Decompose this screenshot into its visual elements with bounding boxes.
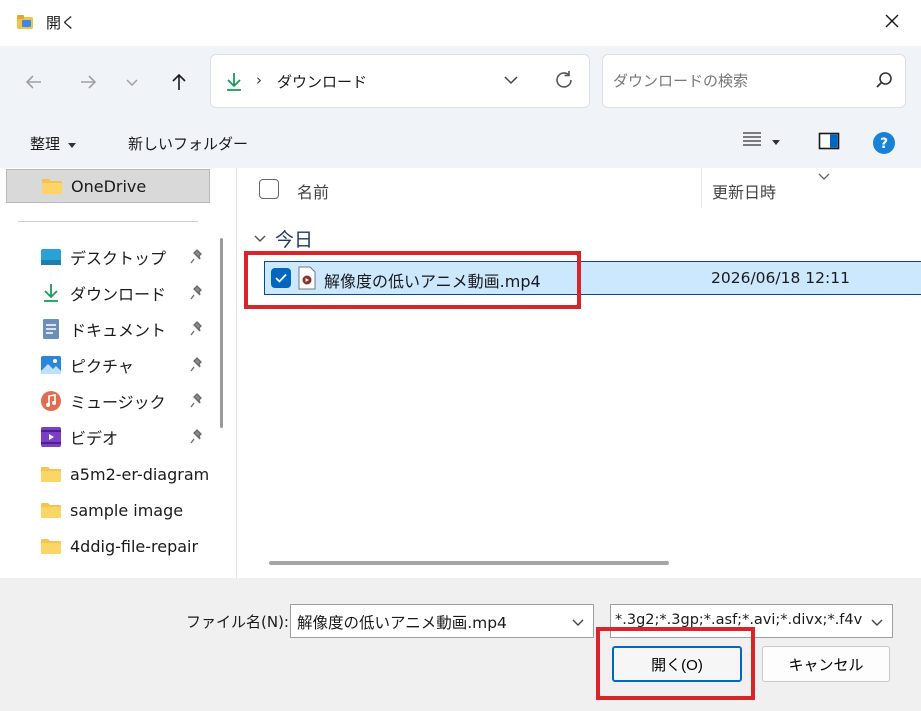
music-icon [40, 390, 62, 412]
folder-icon [40, 463, 62, 485]
sidebar-item-documents[interactable]: ドキュメント [40, 313, 212, 345]
sidebar-item-label: ダウンロード [70, 285, 167, 304]
preview-pane-button[interactable] [818, 131, 840, 155]
chevron-down-icon [125, 75, 139, 93]
file-list-pane: 名前 更新日時 今日 解像度の低いアニメ動画.mp4 2026/06/18 12… [236, 168, 921, 578]
pictures-icon [40, 354, 62, 376]
sidebar-item-label: a5m2-er-diagram [70, 464, 210, 484]
list-view-icon [742, 131, 762, 151]
new-folder-button[interactable]: 新しいフォルダー [128, 133, 248, 154]
chevron-down-icon [253, 230, 267, 248]
preview-pane-icon [818, 132, 840, 155]
window-title: 開く [46, 14, 77, 32]
search-box[interactable] [602, 54, 906, 108]
column-header-date-modified[interactable]: 更新日時 [712, 179, 776, 203]
organize-label: 整理 [30, 135, 61, 153]
sidebar-item-a5m2-er-diagram[interactable]: a5m2-er-diagram [40, 458, 212, 490]
sidebar-item-label: ドキュメント [70, 321, 167, 340]
sidebar-item-downloads[interactable]: ダウンロード [40, 277, 212, 309]
search-icon[interactable] [875, 71, 893, 93]
group-header-today[interactable]: 今日 [253, 225, 313, 252]
sidebar-item-videos[interactable]: ビデオ [40, 421, 212, 453]
sidebar-scrollbar[interactable] [220, 238, 223, 428]
desktop-icon [40, 246, 62, 268]
pin-icon[interactable] [190, 429, 204, 449]
sidebar-item-label: ビデオ [70, 429, 119, 448]
highlight-box [244, 251, 581, 309]
back-button[interactable] [18, 68, 50, 100]
folder-icon [40, 499, 62, 521]
forward-button[interactable] [72, 68, 104, 100]
svg-text:?: ? [880, 136, 888, 152]
filename-combobox[interactable]: 解像度の低いアニメ動画.mp4 [290, 604, 594, 638]
navigation-pane: OneDrive デスクトップ ダウンロード ドキュメント ピクチャ ミュージッ… [0, 168, 223, 578]
up-button[interactable] [163, 68, 195, 100]
group-label: 今日 [275, 229, 314, 251]
view-options-button[interactable] [742, 131, 780, 151]
dialog-footer: ファイル名(N): 解像度の低いアニメ動画.mp4 *.3g2;*.3gp;*.… [0, 578, 921, 711]
search-input[interactable] [613, 69, 863, 93]
sidebar-item-4ddig-file-repair[interactable]: 4ddig-file-repair [40, 530, 212, 562]
file-date: 2026/06/18 12:11 [711, 269, 850, 287]
folder-icon [41, 175, 63, 197]
arrow-up-icon [169, 72, 189, 96]
chevron-down-icon[interactable] [870, 615, 884, 633]
close-icon [884, 13, 900, 33]
column-header-name[interactable]: 名前 [297, 179, 329, 203]
download-icon [40, 282, 62, 304]
caret-down-icon [772, 132, 780, 150]
folder-app-icon [16, 13, 34, 31]
pin-icon[interactable] [190, 357, 204, 377]
column-divider[interactable] [701, 168, 702, 208]
address-bar[interactable]: › ダウンロード [210, 54, 590, 108]
arrow-left-icon [24, 72, 44, 96]
sidebar-item-onedrive[interactable]: OneDrive [6, 169, 210, 203]
video-icon [40, 426, 62, 448]
sidebar-item-label: ピクチャ [70, 357, 134, 376]
chevron-down-icon[interactable] [503, 72, 519, 92]
pin-icon[interactable] [190, 393, 204, 413]
sidebar-item-label: sample image [70, 500, 184, 520]
recent-locations-button[interactable] [116, 68, 148, 100]
caret-down-icon [68, 135, 77, 153]
pin-icon[interactable] [190, 321, 204, 341]
sidebar-item-desktop[interactable]: デスクトップ [40, 241, 212, 273]
help-button[interactable]: ? [872, 131, 896, 159]
navigation-bar: › ダウンロード [0, 46, 921, 118]
close-button[interactable] [863, 0, 921, 46]
highlight-box [596, 627, 755, 700]
cancel-button[interactable]: キャンセル [762, 646, 890, 682]
command-bar: 整理 新しいフォルダー ? [0, 118, 921, 168]
horizontal-scrollbar[interactable] [269, 561, 669, 565]
breadcrumb-separator: › [256, 71, 262, 89]
chevron-down-icon[interactable] [571, 615, 585, 633]
filetype-value: *.3g2;*.3gp;*.asf;*.avi;*.divx;*.f4v [615, 612, 863, 628]
sidebar-item-pictures[interactable]: ピクチャ [40, 349, 212, 381]
sidebar-item-sample-image[interactable]: sample image [40, 494, 212, 526]
title-bar: 開く [0, 0, 921, 46]
filename-value[interactable]: 解像度の低いアニメ動画.mp4 [297, 611, 507, 633]
sidebar-item-music[interactable]: ミュージック [40, 385, 212, 417]
sidebar-item-label: ミュージック [70, 393, 166, 412]
sidebar-item-label: OneDrive [71, 176, 147, 196]
help-icon: ? [872, 132, 896, 159]
sidebar-divider [18, 221, 198, 222]
arrow-right-icon [78, 72, 98, 96]
sidebar-item-label: 4ddig-file-repair [70, 536, 199, 556]
download-icon [225, 72, 243, 96]
sidebar-item-label: デスクトップ [70, 249, 167, 268]
folder-icon [40, 535, 62, 557]
breadcrumb-downloads[interactable]: ダウンロード [277, 71, 367, 92]
pin-icon[interactable] [190, 249, 204, 269]
sort-chevron-icon [817, 168, 831, 186]
select-all-checkbox[interactable] [259, 179, 279, 199]
pin-icon[interactable] [190, 285, 204, 305]
document-icon [40, 318, 62, 340]
refresh-icon[interactable] [553, 69, 575, 95]
filename-label: ファイル名(N): [186, 613, 289, 631]
organize-button[interactable]: 整理 [30, 133, 77, 154]
